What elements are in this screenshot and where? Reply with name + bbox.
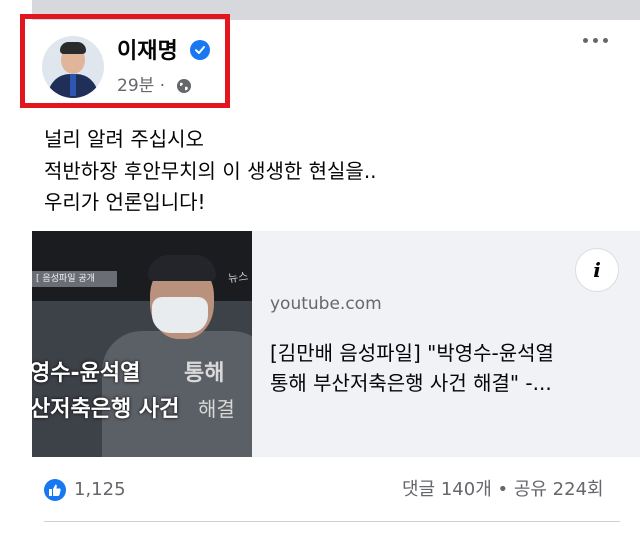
thumbnail-background <box>32 231 252 301</box>
post-text-line: 널리 알려 주십시오 <box>44 127 204 151</box>
reaction-count[interactable]: 1,125 <box>74 478 126 502</box>
thumbnail-face-mask <box>152 297 208 333</box>
thumbnail-caption: 산저축은행 사건 <box>32 397 180 422</box>
thumbnail-caption: 통해 <box>184 361 225 386</box>
like-icon[interactable] <box>44 479 66 501</box>
more-options-icon[interactable] <box>583 34 611 48</box>
thumbnail-tag: [ 음성파일 공개 <box>32 271 117 287</box>
info-button[interactable]: i <box>575 248 619 292</box>
link-domain: youtube.com <box>270 294 382 314</box>
divider <box>44 521 620 522</box>
post-text-line: 적반하장 후안무치의 이 생생한 현실을.. <box>44 159 377 183</box>
highlight-box <box>20 14 230 108</box>
link-title-line[interactable]: [김만배 음성파일] "박영수-윤석열 <box>270 338 554 368</box>
thumbnail-person-hair <box>148 255 216 281</box>
thumbnail-watermark: 뉴스 <box>227 269 250 286</box>
post-text-line: 우리가 언론입니다! <box>44 190 206 214</box>
thumbnail-caption: 해결 <box>198 397 235 421</box>
video-thumbnail[interactable]: [ 음성파일 공개 뉴스 영수-윤석열 통해 산저축은행 사건 해결 <box>32 231 252 457</box>
comments-shares-count[interactable]: 댓글 140개 • 공유 224회 <box>402 478 604 502</box>
thumbnail-caption: 영수-윤석열 <box>32 361 141 386</box>
link-title-line[interactable]: 통해 부산저축은행 사건 해결" -... <box>270 368 552 398</box>
